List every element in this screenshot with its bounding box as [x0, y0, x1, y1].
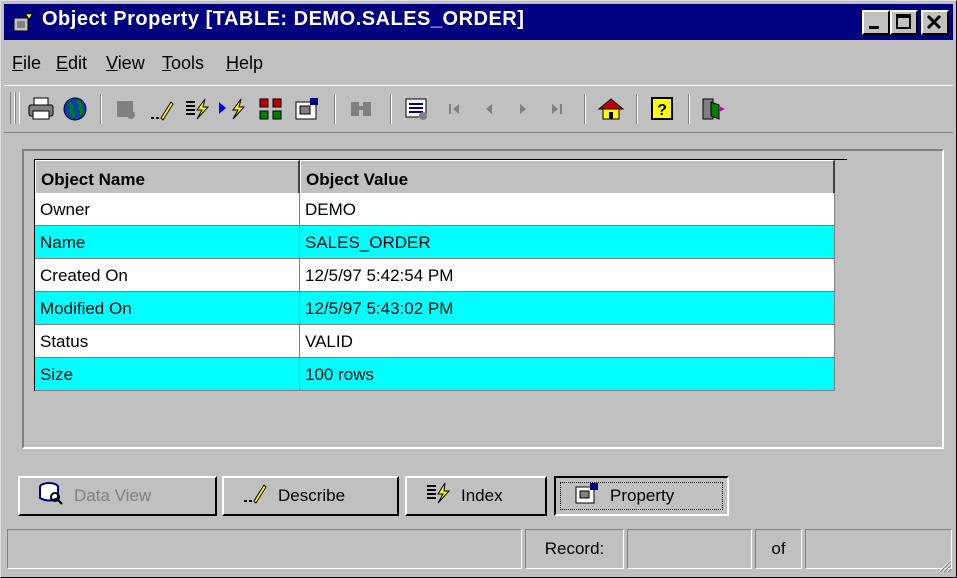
property-grid-panel: Object Name Object Value Owner DEMO Name… [22, 149, 944, 449]
cell-object-value[interactable]: 12/5/97 5:42:54 PM [300, 259, 835, 292]
globe-icon[interactable] [58, 94, 92, 124]
cell-object-value[interactable]: 12/5/97 5:43:02 PM [300, 292, 835, 325]
index-icon[interactable] [180, 94, 214, 124]
index-button[interactable]: Index [405, 476, 547, 516]
column-header-object-name[interactable]: Object Name [35, 160, 300, 197]
index-label: Index [461, 486, 503, 505]
record-total [805, 529, 952, 569]
object-property-window: Object Property [TABLE: DEMO.SALES_ORDER… [0, 0, 957, 578]
menu-tools[interactable]: Tools [162, 53, 204, 74]
resize-grip-icon[interactable] [936, 557, 952, 573]
query-icon[interactable] [110, 94, 144, 124]
table-row[interactable]: Size 100 rows [35, 358, 847, 391]
record-number [627, 529, 752, 569]
menu-bar: File Edit View Tools Help [4, 45, 953, 79]
minimize-icon [869, 26, 879, 29]
table-row[interactable]: Owner DEMO [35, 193, 847, 226]
maximize-icon [896, 14, 911, 29]
cell-object-value[interactable]: 100 rows [300, 358, 835, 391]
table-row[interactable]: Created On 12/5/97 5:42:54 PM [35, 259, 847, 292]
last-record-icon[interactable] [540, 94, 574, 124]
relations-icon[interactable] [254, 94, 288, 124]
cell-object-value[interactable]: SALES_ORDER [300, 226, 835, 259]
next-record-icon[interactable] [506, 94, 540, 124]
previous-record-icon[interactable] [472, 94, 506, 124]
minimize-button[interactable] [862, 10, 890, 35]
cell-object-name[interactable]: Size [35, 358, 300, 391]
cell-object-name[interactable]: Owner [35, 193, 300, 226]
describe-label: Describe [278, 486, 346, 505]
record-label: Record: [525, 529, 624, 569]
grid-header-row: Object Name Object Value [35, 160, 847, 197]
table-row[interactable]: Status VALID [35, 325, 847, 358]
data-view-label: Data View [74, 486, 152, 505]
menu-view[interactable]: View [106, 53, 145, 74]
cell-object-name[interactable]: Name [35, 226, 300, 259]
toolbar: ? [4, 85, 953, 133]
property-grid[interactable]: Object Name Object Value Owner DEMO Name… [34, 159, 847, 391]
cell-object-value[interactable]: DEMO [300, 193, 835, 226]
column-header-object-value[interactable]: Object Value [300, 160, 835, 197]
property-button[interactable]: Property [554, 476, 729, 516]
svg-text:?: ? [657, 102, 667, 119]
index-icon [425, 481, 451, 511]
describe-icon[interactable] [144, 94, 178, 124]
properties-icon[interactable] [290, 94, 324, 124]
describe-icon [242, 481, 268, 511]
status-message [7, 529, 522, 569]
describe-button[interactable]: Describe [222, 476, 399, 516]
printer-icon[interactable] [24, 94, 58, 124]
home-icon[interactable] [594, 94, 628, 124]
of-label: of [755, 529, 802, 569]
cell-object-value[interactable]: VALID [300, 325, 835, 358]
find-icon[interactable] [344, 94, 378, 124]
cell-object-name[interactable]: Modified On [35, 292, 300, 325]
maximize-button[interactable] [890, 10, 918, 35]
app-icon[interactable] [12, 12, 34, 34]
window-title: Object Property [TABLE: DEMO.SALES_ORDER… [42, 8, 525, 30]
record-view-icon[interactable] [400, 94, 434, 124]
table-row[interactable]: Name SALES_ORDER [35, 226, 847, 259]
title-bar[interactable]: Object Property [TABLE: DEMO.SALES_ORDER… [4, 4, 953, 40]
menu-edit[interactable]: Edit [56, 53, 87, 74]
toolbar-grip[interactable] [15, 92, 20, 124]
cell-object-name[interactable]: Created On [35, 259, 300, 292]
run-icon[interactable] [216, 94, 250, 124]
close-icon [926, 14, 942, 30]
cell-object-name[interactable]: Status [35, 325, 300, 358]
close-button[interactable] [921, 10, 949, 35]
exit-icon[interactable] [696, 94, 730, 124]
data-view-icon [38, 481, 64, 511]
table-row[interactable]: Modified On 12/5/97 5:43:02 PM [35, 292, 847, 325]
menu-help[interactable]: Help [226, 53, 263, 74]
data-view-button[interactable]: Data View [18, 476, 217, 516]
menu-file[interactable]: File [12, 53, 41, 74]
first-record-icon[interactable] [438, 94, 472, 124]
help-icon[interactable]: ? [646, 94, 680, 124]
